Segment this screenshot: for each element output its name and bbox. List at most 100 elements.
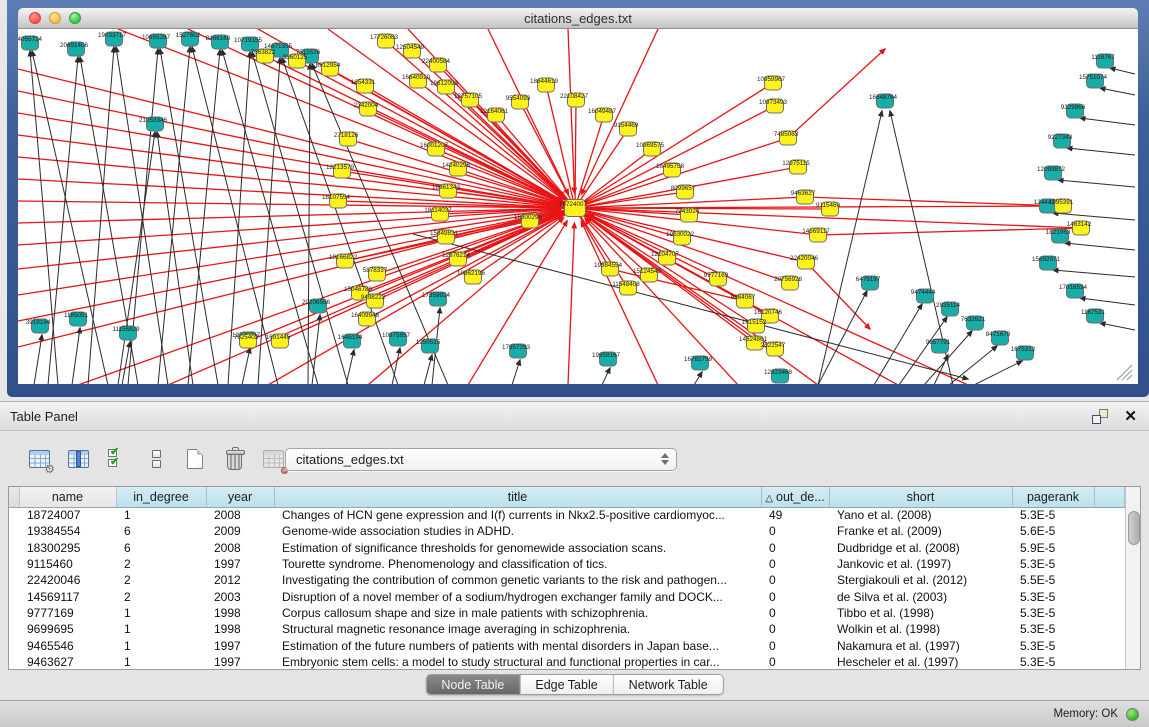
red-edge[interactable]	[806, 262, 870, 329]
network-node[interactable]: 11548408	[612, 281, 640, 295]
network-node[interactable]: 21053346	[139, 117, 168, 131]
network-node[interactable]: 8912954	[316, 62, 341, 76]
network-node[interactable]: 17726083	[370, 34, 399, 48]
black-edge[interactable]	[934, 355, 948, 384]
cell-indeg[interactable]: 1	[116, 621, 206, 637]
black-edge[interactable]	[694, 372, 702, 384]
table-row[interactable]: 2242004622012Investigating the contribut…	[9, 572, 1124, 588]
cell-title[interactable]: Structural magnetic resonance image aver…	[274, 621, 761, 637]
network-node[interactable]: 12104707	[651, 251, 680, 265]
black-edge[interactable]	[242, 348, 250, 384]
network-node[interactable]: 2342004	[354, 102, 379, 116]
red-edge[interactable]	[18, 113, 560, 205]
cell-name[interactable]: 9465546	[19, 637, 116, 653]
black-edge[interactable]	[424, 355, 432, 384]
network-node[interactable]: 10973493	[759, 99, 788, 113]
cell-indeg[interactable]: 6	[116, 540, 206, 556]
network-node[interactable]: 17359924	[422, 292, 451, 306]
cell-name[interactable]: 9777169	[19, 605, 116, 621]
network-node[interactable]: 8471670	[986, 331, 1011, 345]
cell-pr[interactable]: 5.5E-5	[1012, 572, 1094, 588]
cell-pr[interactable]: 5.3E-5	[1012, 605, 1094, 621]
black-edge[interactable]	[602, 368, 610, 384]
table-row[interactable]: 1830029562008Estimation of significance …	[9, 540, 1124, 556]
red-edge[interactable]	[575, 129, 628, 208]
cell-indeg[interactable]: 1	[116, 507, 206, 523]
black-edge[interactable]	[88, 47, 114, 384]
network-node[interactable]: 12923468	[764, 369, 793, 383]
cell-title[interactable]: Estimation of the future numbers of pati…	[274, 637, 761, 653]
delete-column-icon[interactable]	[221, 446, 247, 472]
network-node[interactable]: 1645194	[338, 334, 363, 348]
cell-year[interactable]: 1997	[206, 556, 274, 572]
network-node[interactable]: 10959967	[757, 76, 786, 90]
red-edge[interactable]	[818, 228, 1081, 235]
network-window-titlebar[interactable]: citations_edges.txt	[18, 8, 1138, 29]
cell-indeg[interactable]: 2	[116, 588, 206, 604]
black-edge[interactable]	[48, 57, 78, 384]
cell-short[interactable]: Nakamura et al. (1997)	[829, 637, 1012, 653]
black-edge[interactable]	[974, 361, 1022, 384]
cell-short[interactable]: Jankovic et al. (1997)	[829, 556, 1012, 572]
black-edge[interactable]	[818, 111, 882, 384]
red-edge[interactable]	[581, 222, 658, 384]
black-edge[interactable]	[1110, 68, 1135, 74]
network-node[interactable]: 16409948	[351, 312, 380, 326]
network-node[interactable]: 1527602	[176, 32, 201, 46]
table-selector-dropdown[interactable]: citations_edges.txt	[285, 448, 677, 471]
network-node[interactable]: 24055724	[18, 36, 42, 50]
cell-pr[interactable]: 5.3E-5	[1012, 507, 1094, 523]
network-node[interactable]: 9329966	[1061, 104, 1086, 118]
tab-edge-table[interactable]: Edge Table	[519, 675, 612, 694]
cell-indeg[interactable]: 1	[116, 654, 206, 670]
network-node[interactable]: 15692971	[1032, 256, 1061, 270]
red-edge[interactable]	[18, 208, 560, 223]
cell-name[interactable]: 14569117	[19, 588, 116, 604]
network-node[interactable]: 7632621	[961, 316, 986, 330]
column-header-short[interactable]: short	[829, 487, 1012, 507]
table-row[interactable]: 946362711997Embryonic stem cells: a mode…	[9, 654, 1124, 670]
column-header-pagerank[interactable]: pagerank	[1012, 487, 1094, 507]
cell-title[interactable]: Estimation of significance thresholds fo…	[274, 540, 761, 556]
cell-indeg[interactable]: 2	[116, 556, 206, 572]
cell-name[interactable]: 9115460	[19, 556, 116, 572]
cell-year[interactable]: 1998	[206, 621, 274, 637]
network-node[interactable]: 12975115	[782, 160, 810, 174]
black-edge[interactable]	[512, 360, 520, 384]
cell-pr[interactable]: 5.3E-5	[1012, 588, 1094, 604]
network-node[interactable]: 18644619	[530, 78, 559, 92]
cell-name[interactable]: 9699695	[19, 621, 116, 637]
network-node[interactable]: 10969575	[636, 142, 665, 156]
network-node[interactable]: 19166822	[329, 254, 358, 268]
cell-year[interactable]: 2012	[206, 572, 274, 588]
column-header-in_degree[interactable]: in_degree	[116, 487, 206, 507]
network-node[interactable]: 15751074	[1079, 74, 1108, 88]
cell-out[interactable]: 0	[761, 605, 829, 621]
network-node[interactable]: 2718126	[334, 132, 359, 146]
network-node[interactable]: 9857791	[926, 339, 951, 353]
cell-short[interactable]: Wolkin et al. (1998)	[829, 621, 1012, 637]
black-edge[interactable]	[874, 304, 922, 384]
network-node[interactable]: 18107554	[322, 194, 351, 208]
black-edge[interactable]	[949, 346, 997, 384]
table-row[interactable]: 1872400712008Changes of HCN gene express…	[9, 507, 1124, 523]
network-node[interactable]: 2935114	[936, 302, 961, 316]
cell-title[interactable]: Genome-wide association studies in ADHD.	[274, 523, 761, 539]
network-node[interactable]: 10975857	[382, 332, 411, 346]
network-node[interactable]: 9554093	[506, 95, 531, 109]
scrollbar-thumb[interactable]	[1128, 511, 1140, 545]
network-node[interactable]: 12093872	[1037, 166, 1066, 180]
network-node[interactable]: 20756928	[774, 276, 803, 290]
canvas-resize-grip-icon[interactable]	[1117, 365, 1132, 380]
network-node[interactable]: 5878337	[363, 267, 388, 281]
column-header-title[interactable]: title	[274, 487, 761, 507]
network-node[interactable]: 16782759	[684, 356, 713, 370]
table-row[interactable]: 977716911998Corpus callosum shape and si…	[9, 605, 1124, 621]
cell-title[interactable]: Changes of HCN gene expression and I(f) …	[274, 507, 761, 523]
network-node[interactable]: 1821063	[1046, 229, 1071, 243]
table-row[interactable]: 946554611997Estimation of the future num…	[9, 637, 1124, 653]
cell-indeg[interactable]: 2	[116, 572, 206, 588]
network-node[interactable]: 10655287	[142, 34, 171, 48]
cell-year[interactable]: 2009	[206, 523, 274, 539]
network-node[interactable]: 1615152	[742, 319, 767, 333]
